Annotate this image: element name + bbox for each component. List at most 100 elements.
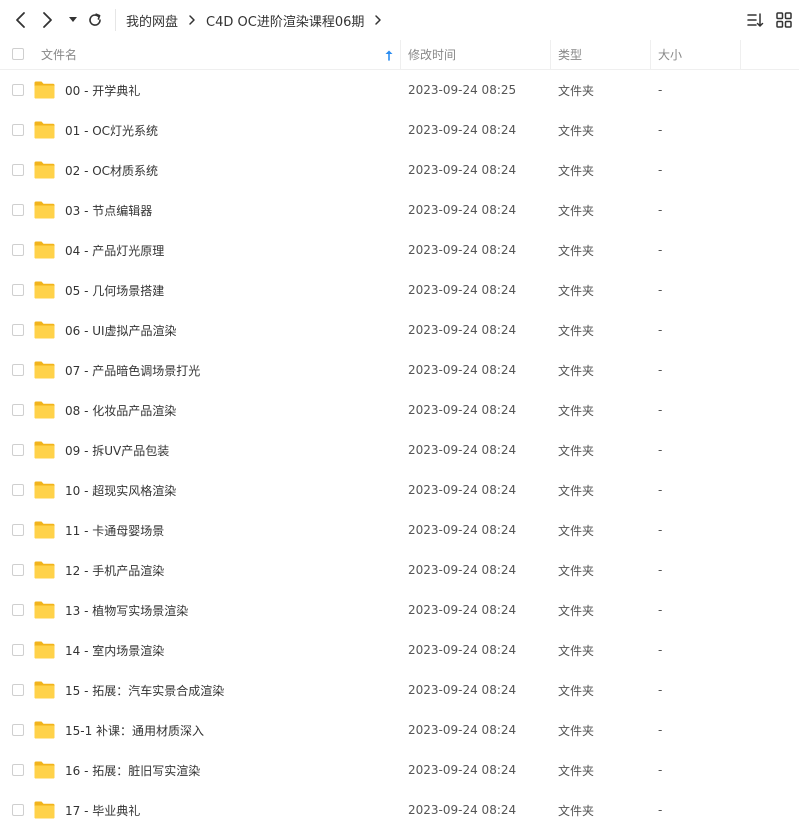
- row-checkbox[interactable]: [12, 244, 24, 256]
- file-name[interactable]: 11 - 卡通母婴场景: [65, 510, 164, 550]
- column-divider[interactable]: [740, 40, 741, 69]
- file-name[interactable]: 13 - 植物写实场景渲染: [65, 590, 188, 630]
- file-type: 文件夹: [558, 803, 595, 818]
- row-checkbox[interactable]: [12, 324, 24, 336]
- file-modified: 2023-09-24 08:24: [408, 483, 517, 497]
- forward-button[interactable]: [38, 8, 58, 32]
- row-checkbox[interactable]: [12, 724, 24, 736]
- row-checkbox[interactable]: [12, 84, 24, 96]
- file-row[interactable]: 02 - OC材质系统 2023-09-24 08:24 文件夹 -: [0, 150, 799, 190]
- file-name[interactable]: 01 - OC灯光系统: [65, 110, 158, 150]
- file-row[interactable]: 07 - 产品暗色调场景打光 2023-09-24 08:24 文件夹 -: [0, 350, 799, 390]
- folder-icon: [34, 321, 55, 339]
- file-row[interactable]: 16 - 拓展：脏旧写实渲染 2023-09-24 08:24 文件夹 -: [0, 750, 799, 790]
- file-row[interactable]: 09 - 拆UV产品包装 2023-09-24 08:24 文件夹 -: [0, 430, 799, 470]
- file-row[interactable]: 11 - 卡通母婴场景 2023-09-24 08:24 文件夹 -: [0, 510, 799, 550]
- column-divider[interactable]: [400, 40, 401, 69]
- file-row[interactable]: 00 - 开学典礼 2023-09-24 08:25 文件夹 -: [0, 70, 799, 110]
- file-modified: 2023-09-24 08:24: [408, 403, 517, 417]
- back-button[interactable]: [10, 8, 30, 32]
- file-modified: 2023-09-24 08:24: [408, 203, 517, 217]
- row-checkbox[interactable]: [12, 204, 24, 216]
- file-name[interactable]: 14 - 室内场景渲染: [65, 630, 164, 670]
- breadcrumb-item-root[interactable]: 我的网盘: [126, 11, 178, 30]
- file-name[interactable]: 09 - 拆UV产品包装: [65, 430, 169, 470]
- row-checkbox[interactable]: [12, 364, 24, 376]
- column-header-name[interactable]: 文件名: [41, 40, 77, 69]
- row-checkbox[interactable]: [12, 124, 24, 136]
- file-name[interactable]: 00 - 开学典礼: [65, 70, 140, 110]
- file-type: 文件夹: [558, 323, 595, 338]
- column-divider[interactable]: [650, 40, 651, 69]
- file-type: 文件夹: [558, 523, 595, 538]
- row-checkbox[interactable]: [12, 564, 24, 576]
- file-modified: 2023-09-24 08:24: [408, 283, 517, 297]
- row-checkbox[interactable]: [12, 164, 24, 176]
- file-type: 文件夹: [558, 163, 595, 178]
- file-name[interactable]: 04 - 产品灯光原理: [65, 230, 164, 270]
- row-checkbox[interactable]: [12, 644, 24, 656]
- file-row[interactable]: 15 - 拓展：汽车实景合成渲染 2023-09-24 08:24 文件夹 -: [0, 670, 799, 710]
- file-row[interactable]: 15-1 补课：通用材质深入 2023-09-24 08:24 文件夹 -: [0, 710, 799, 750]
- row-checkbox[interactable]: [12, 764, 24, 776]
- file-row[interactable]: 05 - 几何场景搭建 2023-09-24 08:24 文件夹 -: [0, 270, 799, 310]
- file-row[interactable]: 13 - 植物写实场景渲染 2023-09-24 08:24 文件夹 -: [0, 590, 799, 630]
- file-name[interactable]: 06 - UI虚拟产品渲染: [65, 310, 177, 350]
- file-name[interactable]: 16 - 拓展：脏旧写实渲染: [65, 750, 200, 790]
- row-checkbox[interactable]: [12, 604, 24, 616]
- file-row[interactable]: 10 - 超现实风格渲染 2023-09-24 08:24 文件夹 -: [0, 470, 799, 510]
- file-name[interactable]: 12 - 手机产品渲染: [65, 550, 164, 590]
- file-row[interactable]: 08 - 化妆品产品渲染 2023-09-24 08:24 文件夹 -: [0, 390, 799, 430]
- file-row[interactable]: 17 - 毕业典礼 2023-09-24 08:24 文件夹 -: [0, 790, 799, 830]
- file-type: 文件夹: [558, 243, 595, 258]
- file-row[interactable]: 12 - 手机产品渲染 2023-09-24 08:24 文件夹 -: [0, 550, 799, 590]
- row-checkbox[interactable]: [12, 684, 24, 696]
- file-row[interactable]: 06 - UI虚拟产品渲染 2023-09-24 08:24 文件夹 -: [0, 310, 799, 350]
- file-size: -: [658, 283, 663, 297]
- row-checkbox[interactable]: [12, 284, 24, 296]
- row-checkbox[interactable]: [12, 484, 24, 496]
- file-name[interactable]: 10 - 超现实风格渲染: [65, 470, 176, 510]
- folder-icon: [34, 681, 55, 699]
- file-size: -: [658, 243, 663, 257]
- history-dropdown-button[interactable]: [66, 8, 80, 32]
- file-row[interactable]: 01 - OC灯光系统 2023-09-24 08:24 文件夹 -: [0, 110, 799, 150]
- column-header-size[interactable]: 大小: [658, 40, 682, 69]
- file-name[interactable]: 05 - 几何场景搭建: [65, 270, 164, 310]
- file-size: -: [658, 163, 663, 177]
- folder-icon: [34, 601, 55, 619]
- file-modified: 2023-09-24 08:24: [408, 363, 517, 377]
- file-modified: 2023-09-24 08:24: [408, 163, 517, 177]
- row-checkbox[interactable]: [12, 524, 24, 536]
- column-header-type[interactable]: 类型: [558, 40, 582, 69]
- row-checkbox[interactable]: [12, 444, 24, 456]
- column-header-modified[interactable]: 修改时间: [408, 40, 456, 69]
- row-checkbox[interactable]: [12, 804, 24, 816]
- file-row[interactable]: 14 - 室内场景渲染 2023-09-24 08:24 文件夹 -: [0, 630, 799, 670]
- file-modified: 2023-09-24 08:24: [408, 603, 517, 617]
- file-name[interactable]: 02 - OC材质系统: [65, 150, 158, 190]
- sort-lines-icon[interactable]: [746, 11, 764, 29]
- column-divider[interactable]: [550, 40, 551, 69]
- file-name[interactable]: 03 - 节点编辑器: [65, 190, 152, 230]
- caret-down-icon: [69, 17, 77, 22]
- folder-icon: [34, 521, 55, 539]
- file-name[interactable]: 15 - 拓展：汽车实景合成渲染: [65, 670, 224, 710]
- breadcrumb-item-current[interactable]: C4D OC进阶渲染课程06期: [206, 11, 364, 30]
- sort-ascending-icon[interactable]: [384, 49, 394, 61]
- row-checkbox[interactable]: [12, 404, 24, 416]
- folder-icon: [34, 121, 55, 139]
- file-name[interactable]: 15-1 补课：通用材质深入: [65, 710, 204, 750]
- file-name[interactable]: 07 - 产品暗色调场景打光: [65, 350, 200, 390]
- grid-view-icon[interactable]: [775, 11, 793, 29]
- select-all-checkbox[interactable]: [12, 48, 24, 60]
- folder-icon: [34, 721, 55, 739]
- file-row[interactable]: 04 - 产品灯光原理 2023-09-24 08:24 文件夹 -: [0, 230, 799, 270]
- file-row[interactable]: 03 - 节点编辑器 2023-09-24 08:24 文件夹 -: [0, 190, 799, 230]
- refresh-button[interactable]: [86, 8, 104, 32]
- file-modified: 2023-09-24 08:24: [408, 563, 517, 577]
- file-name[interactable]: 08 - 化妆品产品渲染: [65, 390, 176, 430]
- file-modified: 2023-09-24 08:24: [408, 803, 517, 817]
- file-type: 文件夹: [558, 123, 595, 138]
- file-name[interactable]: 17 - 毕业典礼: [65, 790, 140, 830]
